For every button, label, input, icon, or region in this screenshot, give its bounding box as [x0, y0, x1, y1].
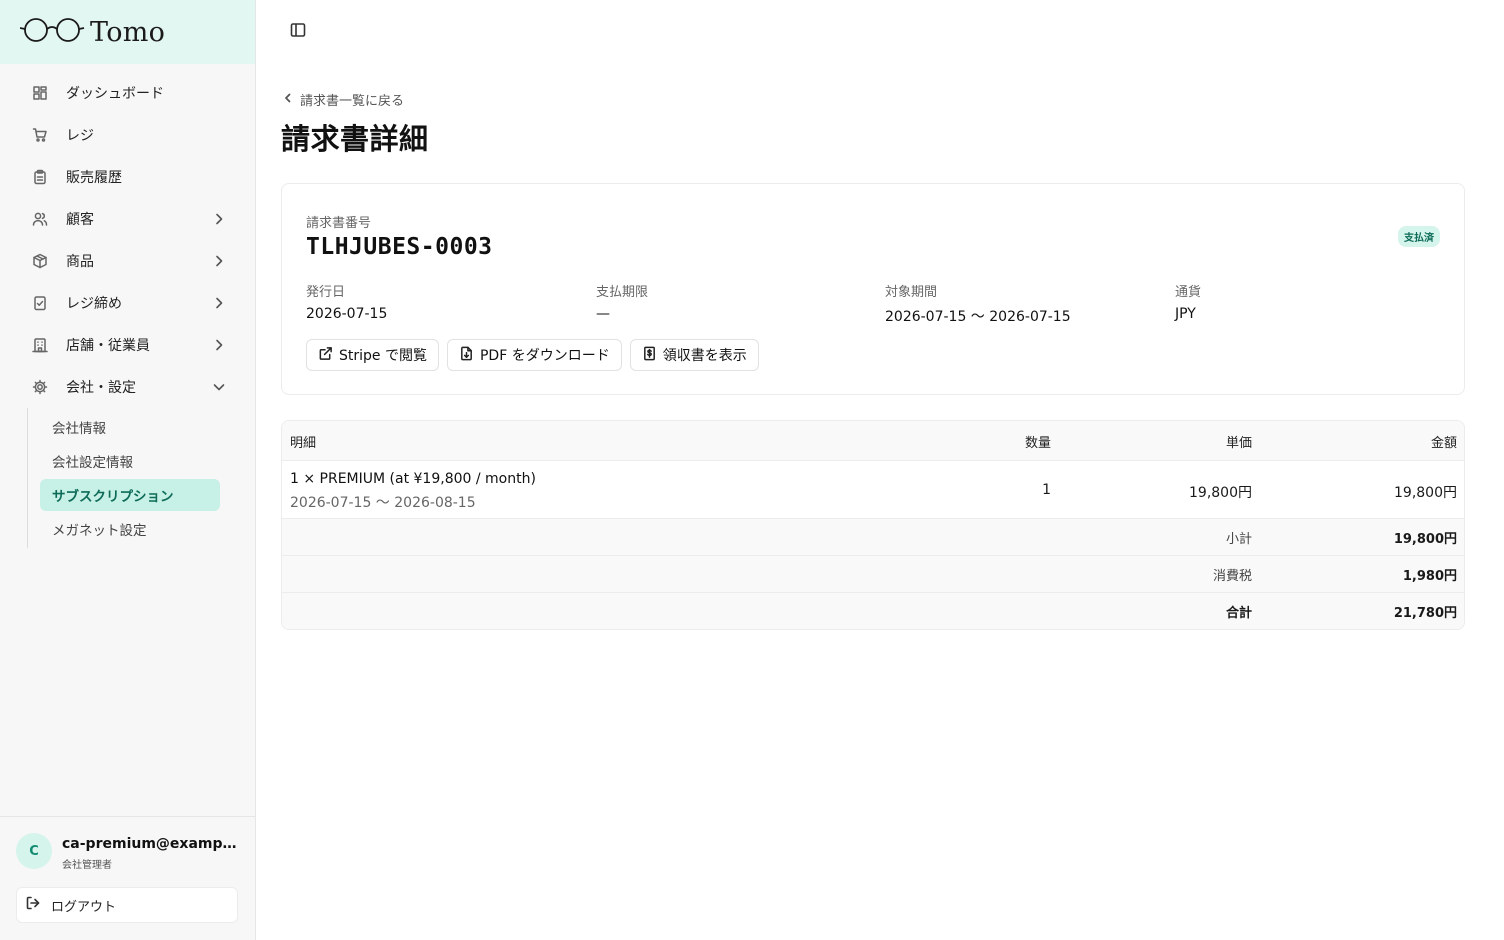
logo[interactable]: Tomo: [0, 0, 255, 64]
cart-icon: [32, 127, 48, 143]
box-icon: [32, 253, 48, 269]
table-row: 1 × PREMIUM (at ¥19,800 / month) 2026-07…: [282, 461, 1464, 519]
user-block: C ca-premium@example.com 会社管理者 ログアウト: [0, 816, 255, 940]
external-link-icon: [318, 346, 339, 365]
back-link-label: 請求書一覧に戻る: [300, 94, 405, 109]
header-quantity: 数量: [1024, 436, 1051, 451]
view-in-stripe-label: Stripe で閲覧: [339, 348, 427, 364]
item-quantity: 1: [1042, 482, 1051, 498]
tax-label: 消費税: [1212, 569, 1252, 584]
due-date-field: 支払期限 —: [596, 281, 648, 322]
currency-label: 通貨: [1175, 285, 1202, 300]
user-role: 会社管理者: [62, 860, 112, 871]
receipt-icon: [642, 346, 663, 365]
sidebar-item-label: ダッシュボード: [66, 86, 164, 102]
gear-icon: [32, 379, 48, 395]
period-value: 2026-07-15 〜 2026-07-15: [885, 309, 1071, 325]
period-label: 対象期間: [885, 285, 938, 300]
sidebar-item-stores-staff[interactable]: 店舗・従業員: [0, 324, 255, 366]
sidebar: Tomo ダッシュボード レジ 販売履歴 顧客 商品 レジ締め 店舗・従業員 会…: [0, 0, 256, 940]
table-header: 明細 数量 単価 金額: [282, 421, 1464, 461]
subtotal-row: 小計 19,800円: [282, 519, 1464, 556]
header-unit-price: 単価: [1225, 436, 1252, 451]
item-amount: 19,800円: [1394, 485, 1457, 501]
issue-date-value: 2026-07-15: [306, 306, 388, 322]
chevron-right-icon: [211, 253, 227, 269]
chevron-right-icon: [211, 211, 227, 227]
view-receipt-label: 領収書を表示: [662, 348, 747, 364]
sidebar-item-dashboard[interactable]: ダッシュボード: [0, 72, 255, 114]
invoice-card: 請求書番号 TLHJUBES-0003 支払済 発行日 2026-07-15 支…: [281, 183, 1465, 395]
item-description: 1 × PREMIUM (at ¥19,800 / month): [290, 471, 536, 487]
tax-value: 1,980円: [1402, 569, 1457, 584]
sidebar-item-products[interactable]: 商品: [0, 240, 255, 282]
subnav-item-company-info[interactable]: 会社情報: [28, 410, 255, 444]
invoice-actions: Stripe で閲覧 PDF をダウンロード 領収書を表示: [306, 339, 759, 371]
issue-date-label: 発行日: [306, 285, 346, 300]
sidebar-item-label: レジ締め: [66, 296, 122, 312]
sidebar-item-label: 顧客: [66, 212, 94, 228]
building-icon: [32, 337, 48, 353]
back-to-invoices-link[interactable]: 請求書一覧に戻る: [282, 90, 404, 109]
invoice-number-label: 請求書番号: [306, 216, 372, 231]
item-unit-price: 19,800円: [1189, 485, 1252, 501]
status-badge: 支払済: [1398, 226, 1440, 247]
line-items-table: 明細 数量 単価 金額 1 × PREMIUM (at ¥19,800 / mo…: [281, 420, 1465, 630]
clipboard-icon: [32, 169, 48, 185]
currency-value: JPY: [1175, 306, 1196, 322]
sidebar-item-label: レジ: [66, 128, 94, 144]
view-receipt-button[interactable]: 領収書を表示: [629, 339, 759, 371]
checklist-icon: [32, 295, 48, 311]
settings-subnav: 会社情報 会社設定情報 サブスクリプション メガネット設定: [27, 408, 255, 548]
total-label: 合計: [1225, 606, 1252, 621]
sidebar-item-register[interactable]: レジ: [0, 114, 255, 156]
subnav-item-meganet-settings[interactable]: メガネット設定: [28, 512, 255, 546]
sidebar-item-label: 会社・設定: [66, 380, 136, 396]
tax-row: 消費税 1,980円: [282, 556, 1464, 593]
issue-date-field: 発行日 2026-07-15: [306, 281, 387, 322]
invoice-number: TLHJUBES-0003: [306, 234, 493, 260]
panel-left-icon: [290, 22, 306, 42]
file-download-icon: [459, 346, 480, 365]
users-icon: [32, 211, 48, 227]
total-row: 合計 21,780円: [282, 593, 1464, 629]
sidebar-item-label: 商品: [66, 254, 94, 270]
header-amount: 金額: [1430, 436, 1457, 451]
header-description: 明細: [290, 436, 317, 451]
due-date-label: 支払期限: [596, 285, 649, 300]
avatar[interactable]: C: [16, 833, 52, 869]
logout-button[interactable]: ログアウト: [16, 887, 238, 923]
view-in-stripe-button[interactable]: Stripe で閲覧: [306, 339, 439, 371]
total-value: 21,780円: [1393, 606, 1457, 621]
sidebar-item-company-settings[interactable]: 会社・設定: [0, 366, 255, 408]
item-period: 2026-07-15 〜 2026-08-15: [290, 495, 476, 511]
due-date-value: —: [596, 306, 610, 322]
chevron-left-icon: [282, 92, 300, 108]
subnav-item-company-settings-info[interactable]: 会社設定情報: [28, 444, 255, 478]
sidebar-item-register-closing[interactable]: レジ締め: [0, 282, 255, 324]
period-field: 対象期間 2026-07-15 〜 2026-07-15: [885, 281, 1071, 326]
download-pdf-button[interactable]: PDF をダウンロード: [446, 339, 622, 371]
subtotal-value: 19,800円: [1393, 532, 1457, 547]
chevron-right-icon: [211, 337, 227, 353]
currency-field: 通貨 JPY: [1175, 281, 1201, 322]
sidebar-item-label: 店舗・従業員: [66, 338, 150, 354]
sidebar-item-customers[interactable]: 顧客: [0, 198, 255, 240]
sidebar-item-sales-history[interactable]: 販売履歴: [0, 156, 255, 198]
logout-icon: [25, 895, 51, 915]
chevron-down-icon: [211, 379, 227, 395]
user-email: ca-premium@example.com: [62, 836, 238, 852]
subnav-item-subscription[interactable]: サブスクリプション: [40, 479, 220, 511]
glasses-logo-icon: [19, 16, 86, 48]
sidebar-nav: ダッシュボード レジ 販売履歴 顧客 商品 レジ締め 店舗・従業員 会社・設定 …: [0, 64, 255, 548]
download-pdf-label: PDF をダウンロード: [479, 348, 610, 364]
app-name: Tomo: [90, 16, 166, 48]
chevron-right-icon: [211, 295, 227, 311]
subtotal-label: 小計: [1225, 532, 1252, 547]
sidebar-toggle-button[interactable]: [288, 22, 308, 42]
dashboard-icon: [32, 85, 48, 101]
page-title: 請求書詳細: [281, 122, 429, 156]
sidebar-item-label: 販売履歴: [66, 170, 122, 186]
logout-label: ログアウト: [51, 899, 117, 915]
